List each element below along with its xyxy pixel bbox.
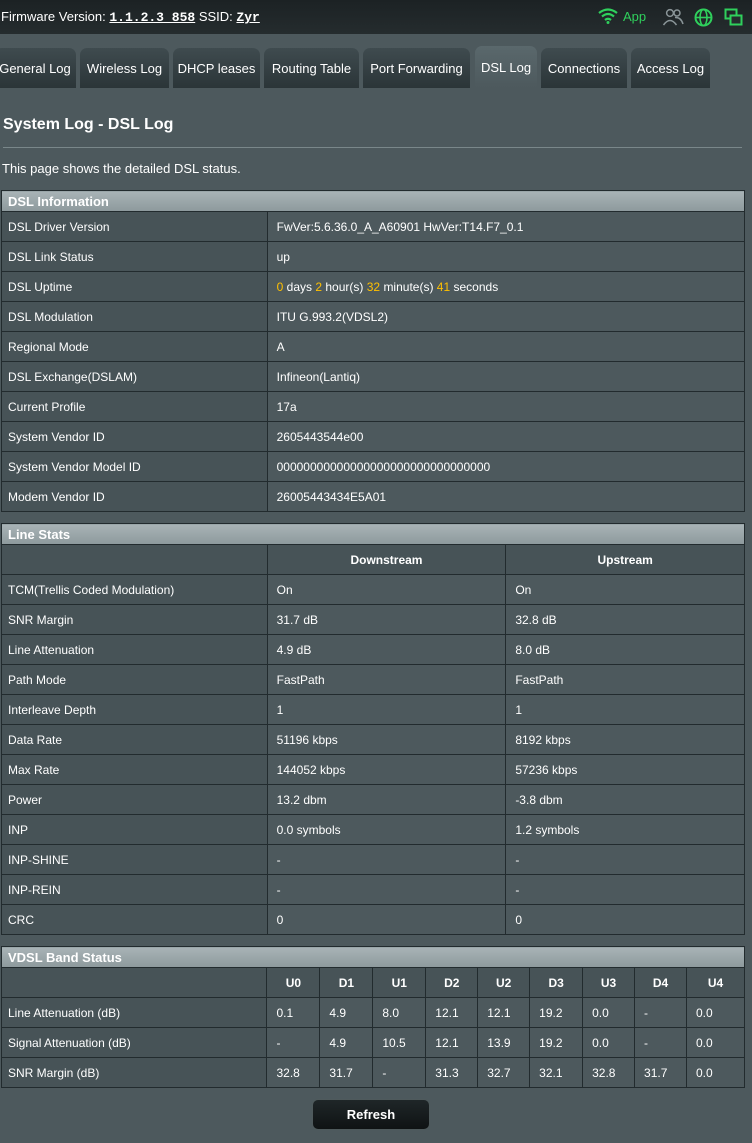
band-header: D3 bbox=[529, 967, 584, 998]
firmware-label: Firmware Version: bbox=[1, 9, 106, 24]
app-button[interactable]: App bbox=[598, 8, 646, 24]
usb-device-icon[interactable] bbox=[724, 8, 744, 27]
dsl-information-heading: DSL Information bbox=[1, 190, 745, 212]
log-tabs: General Log Wireless Log DHCP leases Rou… bbox=[0, 46, 752, 88]
page-title: System Log - DSL Log bbox=[3, 116, 174, 133]
page-description: This page shows the detailed DSL status. bbox=[2, 161, 241, 176]
band-header: D1 bbox=[319, 967, 374, 998]
users-icon[interactable] bbox=[662, 8, 684, 26]
table-row: DSL Exchange(DSLAM) Infineon(Lantiq) bbox=[1, 361, 746, 392]
line-stats-table: Line Stats Downstream Upstream TCM(Trelli… bbox=[1, 523, 745, 935]
table-row: SNR Margin 31.7 dB 32.8 dB bbox=[1, 604, 745, 635]
table-row: CRC 0 0 bbox=[1, 904, 745, 935]
table-row: INP-REIN - - bbox=[1, 874, 745, 905]
line-stats-heading: Line Stats bbox=[1, 523, 745, 545]
dsl-uptime-value: 0 days 2 hour(s) 32 minute(s) 41 seconds bbox=[266, 271, 746, 302]
dsl-information-table: DSL Information DSL Driver Version FwVer:… bbox=[1, 190, 746, 512]
table-row: Line Attenuation (dB) 0.1 4.9 8.0 12.1 1… bbox=[0, 997, 746, 1028]
firmware-info: Firmware Version: 1.1.2.3_858 SSID: Zyr bbox=[1, 9, 260, 25]
table-row: Data Rate 51196 kbps 8192 kbps bbox=[1, 724, 745, 755]
tab-general-log[interactable]: General Log bbox=[0, 48, 76, 88]
band-header: U2 bbox=[477, 967, 531, 998]
ssid-label: SSID: bbox=[198, 9, 233, 24]
main-content: System Log - DSL Log This page shows the… bbox=[0, 88, 752, 1143]
table-row: Regional Mode A bbox=[1, 331, 746, 362]
table-row: DSL Uptime 0 days 2 hour(s) 32 minute(s)… bbox=[1, 271, 746, 302]
upstream-header: Upstream bbox=[505, 544, 745, 575]
title-divider bbox=[3, 147, 742, 148]
globe-icon[interactable] bbox=[694, 8, 713, 27]
band-header: U0 bbox=[266, 967, 321, 998]
refresh-button[interactable]: Refresh bbox=[312, 1099, 430, 1130]
top-bar: Firmware Version: 1.1.2.3_858 SSID: Zyr … bbox=[0, 0, 752, 34]
tab-routing-table[interactable]: Routing Table bbox=[264, 48, 359, 88]
table-row: DSL Link Status up bbox=[1, 241, 746, 272]
table-row: INP 0.0 symbols 1.2 symbols bbox=[1, 814, 745, 845]
tab-access-log[interactable]: Access Log bbox=[631, 48, 710, 88]
table-row: System Vendor Model ID 000000000000000000… bbox=[1, 451, 746, 482]
table-row: Interleave Depth 1 1 bbox=[1, 694, 745, 725]
table-row: DSL Driver Version FwVer:5.6.36.0_A_A6090… bbox=[1, 211, 746, 242]
vdsl-band-status-heading: VDSL Band Status bbox=[1, 946, 745, 968]
tab-port-forwarding[interactable]: Port Forwarding bbox=[363, 48, 470, 88]
table-row: Current Profile 17a bbox=[1, 391, 746, 422]
downstream-header: Downstream bbox=[266, 544, 507, 575]
table-row: DSL Modulation ITU G.993.2(VDSL2) bbox=[1, 301, 746, 332]
table-row: Path Mode FastPath FastPath bbox=[1, 664, 745, 695]
vdsl-band-status-table: VDSL Band Status U0 D1 U1 D2 U2 D3 U3 D4… bbox=[0, 946, 746, 1088]
tab-wireless-log[interactable]: Wireless Log bbox=[80, 48, 169, 88]
band-header: U4 bbox=[685, 967, 746, 998]
firmware-version-link[interactable]: 1.1.2.3_858 bbox=[109, 10, 195, 25]
tab-dsl-log[interactable]: DSL Log bbox=[475, 46, 537, 88]
table-row: Power 13.2 dbm -3.8 dbm bbox=[1, 784, 745, 815]
app-label: App bbox=[623, 8, 647, 24]
wifi-icon bbox=[598, 8, 618, 24]
band-header: U3 bbox=[582, 967, 636, 998]
table-row: Signal Attenuation (dB) - 4.9 10.5 12.1 … bbox=[0, 1027, 746, 1058]
tab-connections[interactable]: Connections bbox=[541, 48, 627, 88]
table-row: Max Rate 144052 kbps 57236 kbps bbox=[1, 754, 745, 785]
table-row: INP-SHINE - - bbox=[1, 844, 745, 875]
table-row: Line Attenuation 4.9 dB 8.0 dB bbox=[1, 634, 745, 665]
band-header: U1 bbox=[372, 967, 427, 998]
band-header: D2 bbox=[425, 967, 479, 998]
table-row: TCM(Trellis Coded Modulation) On On bbox=[1, 574, 745, 605]
table-row: Modem Vendor ID 26005443434E5A01 bbox=[1, 481, 746, 512]
tab-dhcp-leases[interactable]: DHCP leases bbox=[173, 48, 260, 88]
table-row: SNR Margin (dB) 32.8 31.7 - 31.3 32.7 32… bbox=[0, 1057, 746, 1088]
ssid-link[interactable]: Zyr bbox=[236, 10, 259, 25]
band-header: D4 bbox=[634, 967, 687, 998]
table-row: System Vendor ID 2605443544e00 bbox=[1, 421, 746, 452]
